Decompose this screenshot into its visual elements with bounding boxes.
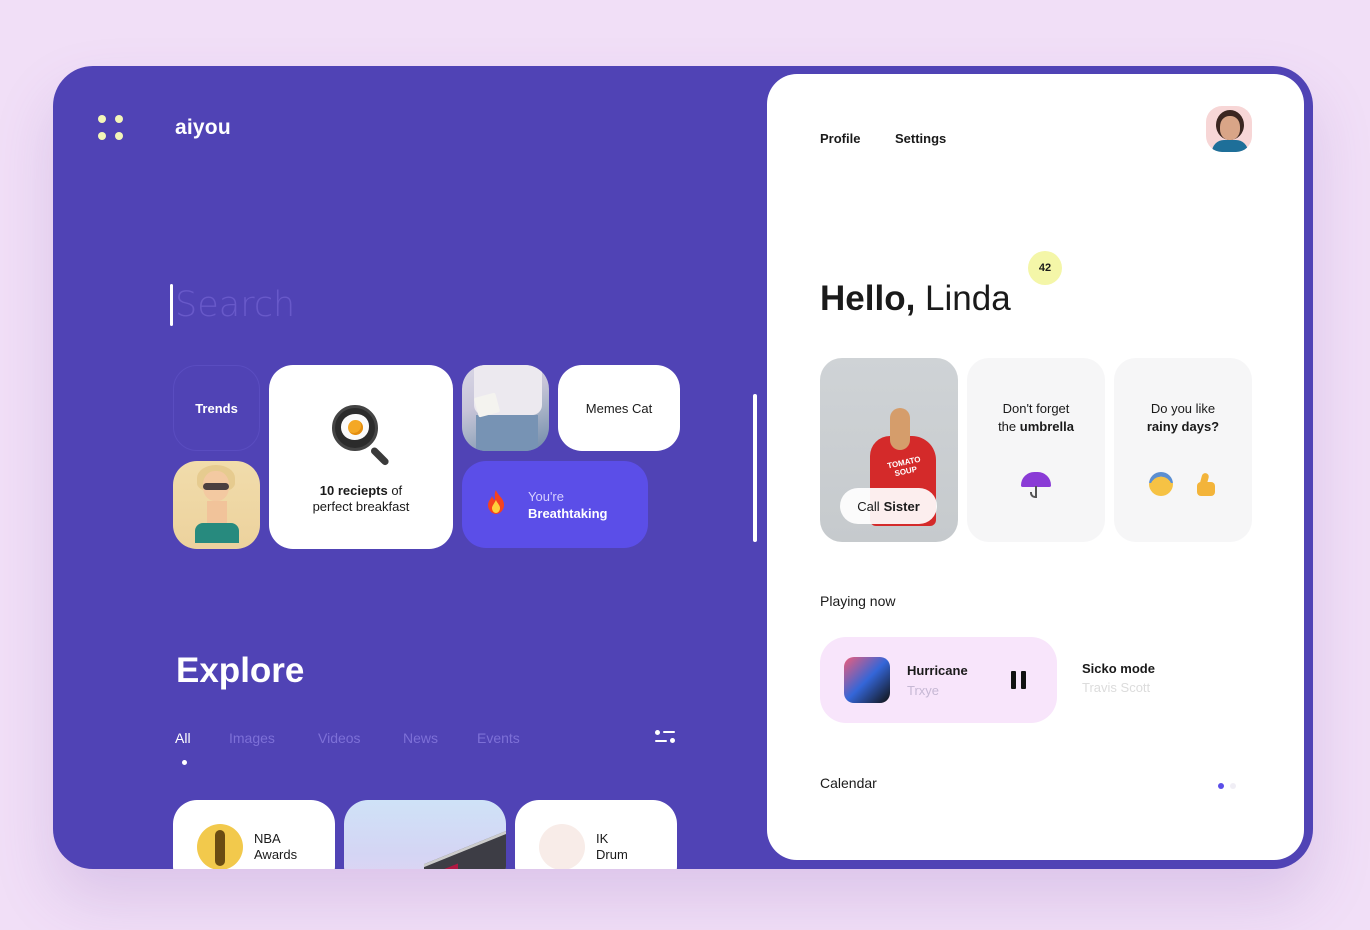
pause-icon[interactable]: [1010, 671, 1028, 689]
explore-card-nba-awards[interactable]: NBA Awards: [173, 800, 335, 869]
greeting-heading: Hello, Linda: [820, 279, 1011, 318]
avatar[interactable]: [1206, 106, 1252, 152]
brand-logo[interactable]: aiyou: [175, 116, 231, 140]
trophy-icon: [197, 824, 243, 869]
sliders-icon[interactable]: [655, 730, 677, 746]
grid-dots-icon[interactable]: [98, 115, 124, 141]
tile-memes-label: Memes Cat: [585, 400, 653, 416]
explore-card-ik-drum[interactable]: IK Drum: [515, 800, 677, 869]
fire-icon: [486, 490, 508, 519]
explore-card-architecture[interactable]: [344, 800, 506, 869]
tile-breakfast[interactable]: 10 reciepts of perfect breakfast: [269, 365, 453, 549]
pager-dot-active[interactable]: [1218, 783, 1224, 789]
tile-trends-label: Trends: [195, 400, 238, 416]
poll-options: [1114, 472, 1252, 496]
rainy-days-question: Do you like rainy days?: [1146, 401, 1220, 434]
umbrella-icon: [1021, 470, 1051, 500]
tile-breakfast-text: 10 reciepts of perfect breakfast: [312, 483, 410, 514]
explore-title: Explore: [176, 651, 305, 690]
next-track-title[interactable]: Sicko mode: [1082, 661, 1155, 676]
search-box[interactable]: [170, 282, 570, 328]
drum-icon: [539, 824, 585, 869]
card-rainy-days-poll[interactable]: Do you like rainy days?: [1114, 358, 1252, 542]
tile-breathtaking-text: You're Breathtaking: [528, 488, 608, 521]
track-artist: Trxye: [907, 683, 940, 698]
tab-all[interactable]: All: [175, 730, 191, 746]
tile-breathtaking[interactable]: You're Breathtaking: [462, 461, 648, 548]
track-title: Hurricane: [907, 663, 968, 678]
search-input[interactable]: [175, 282, 555, 328]
tile-photo-girl[interactable]: [173, 461, 260, 549]
calendar-label: Calendar: [820, 775, 877, 791]
nav-settings[interactable]: Settings: [895, 131, 946, 146]
call-sister-button[interactable]: Call Sister: [840, 488, 937, 524]
playing-now-label: Playing now: [820, 593, 896, 609]
notification-badge[interactable]: 42: [1028, 251, 1062, 285]
pager-dot[interactable]: [1230, 783, 1236, 789]
explore-card-label: IK Drum: [596, 831, 628, 862]
album-art: [844, 657, 890, 703]
tile-photo-shirt[interactable]: [462, 365, 549, 451]
tab-events[interactable]: Events: [477, 730, 520, 746]
tab-images[interactable]: Images: [229, 730, 275, 746]
active-tab-indicator: [182, 760, 187, 765]
explore-tabs: All Images Videos News Events: [175, 730, 685, 770]
tile-trends[interactable]: Trends: [173, 365, 260, 451]
umbrella-reminder-text: Don't forget the umbrella: [998, 401, 1074, 434]
next-track-artist: Travis Scott: [1082, 680, 1151, 695]
tab-videos[interactable]: Videos: [318, 730, 361, 746]
nav-profile[interactable]: Profile: [820, 131, 860, 146]
building-image: [424, 827, 506, 869]
card-call-sister[interactable]: TOMATO SOUP Call Sister: [820, 358, 958, 542]
anxious-face-icon[interactable]: [1149, 472, 1173, 496]
tile-memes-cat[interactable]: Memes Cat: [558, 365, 680, 451]
right-panel: Profile Settings 42 Hello, Linda TOMATO S…: [767, 74, 1304, 860]
card-umbrella-reminder[interactable]: Don't forget the umbrella: [967, 358, 1105, 542]
frying-pan-egg-icon: [330, 403, 392, 467]
scrollbar[interactable]: [753, 394, 757, 542]
app-frame: aiyou Trends 10 reciepts of perfect brea…: [53, 66, 1313, 869]
text-caret: [170, 284, 173, 326]
now-playing-card[interactable]: Hurricane Trxye: [820, 637, 1057, 723]
thumbs-up-icon[interactable]: [1193, 472, 1217, 496]
tab-news[interactable]: News: [403, 730, 438, 746]
explore-card-label: NBA Awards: [254, 831, 298, 862]
